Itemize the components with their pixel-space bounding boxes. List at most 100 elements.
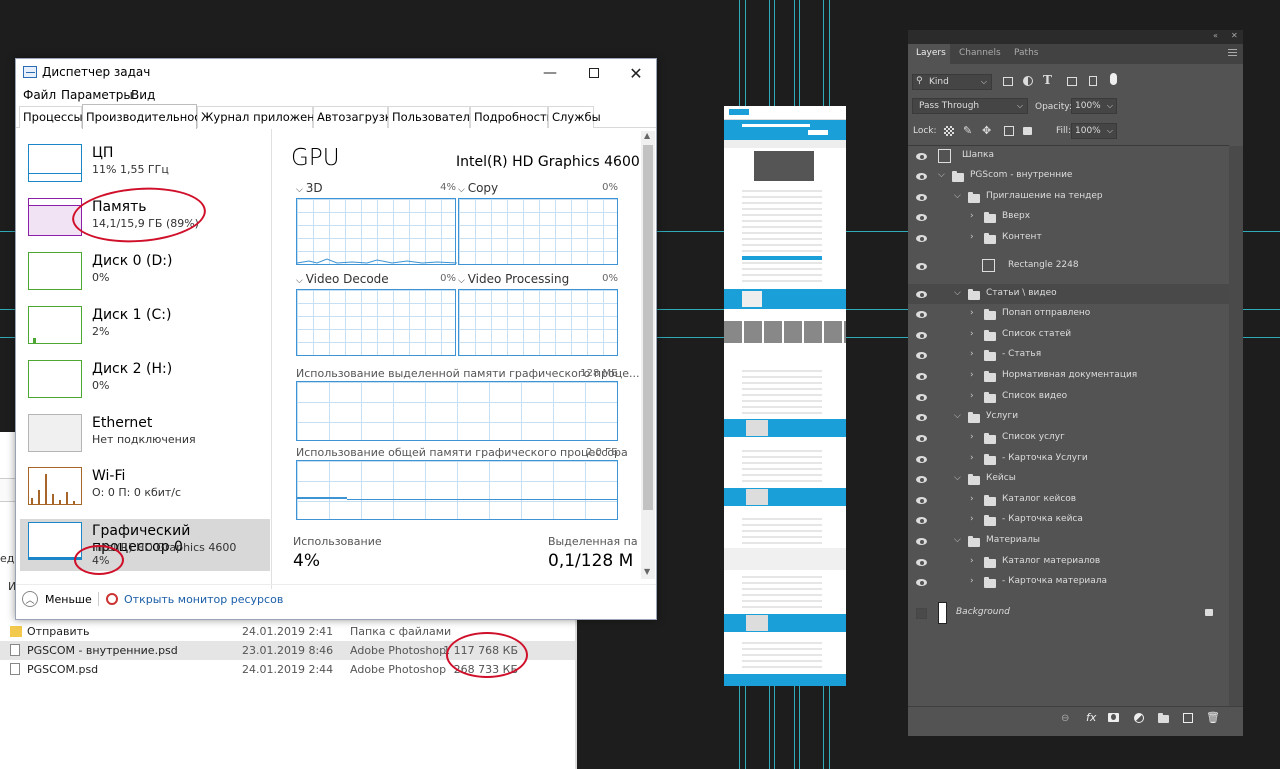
tab-4[interactable]: Пользователи: [388, 106, 477, 128]
tab-6[interactable]: Службы: [548, 106, 601, 128]
lock-icon[interactable]: [1205, 609, 1213, 616]
resource-monitor-link[interactable]: Открыть монитор ресурсов: [106, 590, 283, 608]
eye-icon[interactable]: [916, 152, 927, 161]
layer-row[interactable]: › Контент: [908, 228, 1229, 248]
layer-row[interactable]: › - Карточка кейса: [908, 510, 1229, 530]
layer-row[interactable]: › Попап отправлено: [908, 304, 1229, 324]
chevron-right-icon[interactable]: ›: [970, 391, 974, 401]
tab-0[interactable]: Процессы: [19, 106, 83, 128]
eye-icon[interactable]: [916, 290, 927, 299]
eye-icon[interactable]: [916, 537, 927, 546]
menu-item-2[interactable]: Вид: [131, 88, 155, 102]
detail-scrollbar[interactable]: ▲ ▼: [641, 131, 655, 579]
filter-adjustment-icon[interactable]: [1023, 76, 1033, 86]
link-icon[interactable]: ⊖: [1061, 713, 1069, 724]
eye-icon[interactable]: [916, 455, 927, 464]
opacity-input[interactable]: 100% ⌵: [1071, 98, 1117, 114]
scroll-up-icon[interactable]: ▲: [644, 131, 650, 140]
eye-icon[interactable]: [916, 578, 927, 587]
scroll-thumb[interactable]: [643, 145, 653, 510]
eye-icon[interactable]: [916, 516, 927, 525]
fx-icon[interactable]: fx: [1086, 711, 1096, 724]
layer-row[interactable]: ⌵ Материалы: [908, 531, 1229, 551]
chevron-right-icon[interactable]: ›: [970, 514, 974, 524]
close-panel-icon[interactable]: ✕: [1231, 31, 1238, 40]
collapse-panel-icon[interactable]: «: [1213, 31, 1218, 40]
chevron-down-icon[interactable]: ⌵: [954, 288, 961, 298]
chevron-down-icon[interactable]: ⌵: [954, 473, 961, 483]
chevron-right-icon[interactable]: ›: [970, 453, 974, 463]
sidebar-item-4[interactable]: Диск 2 (H:) 0%: [20, 357, 270, 409]
mask-icon[interactable]: [1108, 713, 1119, 722]
chevron-right-icon[interactable]: ›: [970, 556, 974, 566]
tab-1[interactable]: Производительность: [82, 104, 214, 129]
layer-row[interactable]: › Список видео: [908, 387, 1229, 407]
fill-input[interactable]: 100% ⌵: [1071, 123, 1117, 139]
chevron-down-icon[interactable]: ⌵: [954, 191, 961, 201]
eye-icon[interactable]: [916, 351, 927, 360]
engine-selector-2[interactable]: ⌵ Video Decode: [296, 272, 389, 286]
eye-icon[interactable]: [916, 172, 927, 181]
engine-selector-1[interactable]: ⌵ Copy: [458, 181, 498, 195]
layer-row[interactable]: › Список статей: [908, 325, 1229, 345]
layer-row[interactable]: › Список услуг: [908, 428, 1229, 448]
sidebar-item-5[interactable]: Ethernet Нет подключения: [20, 411, 270, 463]
eye-icon[interactable]: [916, 193, 927, 202]
eye-icon[interactable]: [916, 234, 927, 243]
menu-item-0[interactable]: Файл: [23, 88, 56, 102]
chevron-right-icon[interactable]: ›: [970, 576, 974, 586]
panel-menu-icon[interactable]: [1228, 49, 1237, 56]
layer-row[interactable]: › Нормативная документация: [908, 366, 1229, 386]
layer-row[interactable]: › Каталог кейсов: [908, 490, 1229, 510]
layer-row[interactable]: › - Статья: [908, 345, 1229, 365]
adjustment-icon[interactable]: [1134, 713, 1144, 723]
layers-scrollbar[interactable]: [1229, 146, 1243, 706]
fewer-details-button[interactable]: ︿ Меньше: [22, 590, 92, 608]
layer-row[interactable]: Background: [908, 598, 1229, 628]
layer-row[interactable]: ⌵ Кейсы: [908, 469, 1229, 489]
tab-2[interactable]: Журнал приложений: [197, 106, 330, 128]
filter-toggle-icon[interactable]: [1110, 73, 1117, 85]
chevron-right-icon[interactable]: ›: [970, 494, 974, 504]
lock-move-icon[interactable]: ✥: [982, 124, 991, 137]
sidebar-item-3[interactable]: Диск 1 (C:) 2%: [20, 303, 270, 355]
eye-icon[interactable]: [916, 310, 927, 319]
chevron-down-icon[interactable]: ⌵: [938, 170, 945, 180]
tab-5[interactable]: Подробности: [470, 106, 554, 128]
sidebar-item-2[interactable]: Диск 0 (D:) 0%: [20, 249, 270, 301]
layer-row[interactable]: ⌵ PGScom - внутренние: [908, 166, 1229, 186]
trash-icon[interactable]: 🗑: [1206, 711, 1220, 724]
maximize-button[interactable]: [572, 59, 616, 87]
blend-mode-select[interactable]: Pass Through ⌵: [912, 98, 1028, 114]
chevron-right-icon[interactable]: ›: [970, 308, 974, 318]
minimize-button[interactable]: —: [528, 59, 572, 87]
visibility-toggle[interactable]: [916, 608, 927, 619]
lock-brush-icon[interactable]: ✎: [963, 124, 972, 137]
chevron-right-icon[interactable]: ›: [970, 349, 974, 359]
filter-shape-icon[interactable]: [1067, 77, 1077, 86]
layer-row[interactable]: › - Карточка Услуги: [908, 449, 1229, 469]
eye-icon[interactable]: [916, 262, 927, 271]
tab-channels[interactable]: Channels: [959, 48, 1001, 58]
chevron-right-icon[interactable]: ›: [970, 329, 974, 339]
layer-row[interactable]: › Каталог материалов: [908, 552, 1229, 572]
tab-paths[interactable]: Paths: [1014, 48, 1038, 58]
eye-icon[interactable]: [916, 413, 927, 422]
close-button[interactable]: ✕: [614, 59, 656, 87]
sidebar-item-6[interactable]: Wi-Fi О: 0 П: 0 кбит/с: [20, 464, 270, 516]
chevron-right-icon[interactable]: ›: [970, 232, 974, 242]
eye-icon[interactable]: [916, 213, 927, 222]
engine-selector-3[interactable]: ⌵ Video Processing: [458, 272, 569, 286]
scroll-down-icon[interactable]: ▼: [644, 567, 650, 576]
menu-item-1[interactable]: Параметры: [61, 88, 133, 102]
layer-row[interactable]: Rectangle 2248: [908, 252, 1229, 280]
chevron-right-icon[interactable]: ›: [970, 432, 974, 442]
sidebar-item-0[interactable]: ЦП 11% 1,55 ГГц: [20, 141, 270, 193]
eye-icon[interactable]: [916, 393, 927, 402]
chevron-down-icon[interactable]: ⌵: [954, 535, 961, 545]
tab-3[interactable]: Автозагрузка: [313, 106, 399, 128]
lock-transparency-icon[interactable]: [944, 126, 954, 136]
chevron-down-icon[interactable]: ⌵: [954, 411, 961, 421]
layer-row[interactable]: › Вверх: [908, 207, 1229, 227]
title-bar[interactable]: Диспетчер задач — ✕: [16, 59, 656, 87]
